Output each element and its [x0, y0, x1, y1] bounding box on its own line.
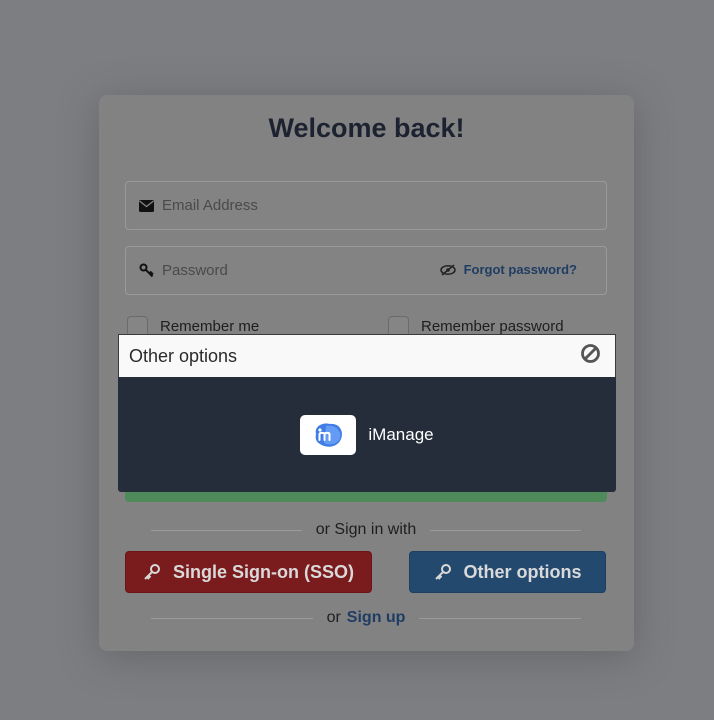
- key-icon: [144, 564, 160, 580]
- forgot-password-label: Forgot password?: [463, 262, 577, 277]
- password-input[interactable]: [162, 262, 422, 279]
- sign-up-link[interactable]: Sign up: [347, 609, 406, 626]
- email-input[interactable]: [162, 197, 422, 214]
- sign-up-text: or Sign up: [313, 609, 420, 627]
- key-icon: [138, 263, 154, 279]
- provider-name: iManage: [368, 424, 434, 444]
- divider-line: [151, 529, 302, 531]
- sign-in-with-divider: or Sign in with: [151, 520, 581, 540]
- email-field[interactable]: [125, 181, 607, 230]
- other-options-popup-header: Other options: [118, 334, 616, 378]
- or-text: or: [326, 609, 341, 626]
- sign-up-divider: or Sign up: [151, 608, 582, 628]
- popup-title: Other options: [129, 345, 238, 366]
- or-sign-in-with-text: or Sign in with: [315, 521, 417, 538]
- divider-line: [419, 617, 582, 619]
- provider-imanage-button[interactable]: iManage: [300, 414, 434, 455]
- imanage-logo-icon: [300, 414, 357, 455]
- other-options-popup-body: iManage: [118, 377, 616, 492]
- forgot-password-link[interactable]: Forgot password?: [439, 262, 577, 277]
- sso-button[interactable]: Single Sign-on (SSO): [125, 551, 372, 593]
- close-icon[interactable]: [580, 343, 601, 369]
- other-options-button-label: Other options: [463, 561, 582, 582]
- key-icon: [434, 564, 451, 580]
- page-title: Welcome back!: [268, 113, 465, 143]
- password-field[interactable]: Forgot password?: [125, 246, 607, 295]
- divider-line: [430, 529, 581, 531]
- sso-button-label: Single Sign-on (SSO): [173, 561, 354, 582]
- envelope-icon: [138, 198, 154, 214]
- eye-slash-icon: [439, 263, 456, 276]
- remember-me-label: Remember me: [160, 318, 260, 335]
- divider-line: [151, 617, 313, 619]
- other-options-button[interactable]: Other options: [409, 551, 606, 593]
- remember-password-label: Remember password: [421, 318, 564, 335]
